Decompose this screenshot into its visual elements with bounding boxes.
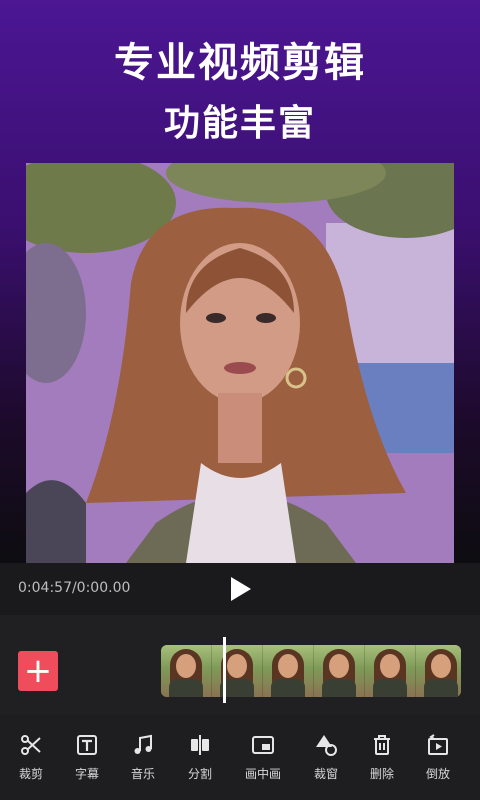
split-icon	[191, 735, 209, 755]
promo-subtitle: 功能丰富	[163, 103, 316, 144]
tool-label: 裁剪	[18, 767, 43, 781]
tool-label: 字幕	[74, 767, 99, 781]
shapes-icon	[316, 735, 337, 756]
tool-reverse[interactable]: 倒放	[410, 733, 466, 782]
trash-icon	[374, 735, 390, 755]
tool-label: 分割	[187, 767, 212, 781]
plus-icon: +	[23, 651, 53, 691]
tool-picture-in-picture[interactable]: 画中画	[235, 733, 291, 782]
timeline-panel: +	[0, 615, 480, 715]
promo-title: 专业视频剪辑	[114, 40, 366, 86]
video-preview	[26, 163, 454, 563]
scissors-icon	[21, 735, 41, 755]
clip-thumbnail	[365, 645, 416, 697]
play-icon[interactable]	[226, 575, 254, 603]
tool-crop[interactable]: 裁剪	[3, 733, 59, 782]
playhead[interactable]	[223, 637, 226, 703]
clip-thumbnail	[416, 645, 461, 697]
clip-thumbnail	[314, 645, 365, 697]
clip-thumbnail	[212, 645, 263, 697]
video-preview-image	[26, 163, 454, 563]
time-readout: 0:04:57/0:00.00	[18, 580, 131, 596]
tool-label: 倒放	[425, 767, 450, 781]
tool-label: 裁窗	[313, 767, 338, 781]
tool-window[interactable]: 裁窗	[298, 733, 354, 782]
promo-banner: 专业视频剪辑 功能丰富	[0, 0, 480, 565]
tool-label: 音乐	[130, 767, 155, 781]
clip-thumbnail	[161, 645, 212, 697]
tool-music[interactable]: 音乐	[115, 733, 171, 782]
music-icon	[134, 734, 152, 754]
tool-subtitle[interactable]: 字幕	[59, 733, 115, 782]
text-icon	[77, 735, 97, 755]
tool-label: 画中画	[244, 767, 281, 781]
clip-strip[interactable]	[161, 645, 461, 697]
reverse-play-icon	[428, 734, 448, 755]
tool-delete[interactable]: 删除	[354, 733, 410, 782]
tool-label: 删除	[369, 767, 394, 781]
edit-toolbar: 裁剪 字幕 音乐 分割 画中画 裁窗 删除 倒放	[0, 715, 480, 800]
picture-in-picture-icon	[252, 736, 274, 754]
clip-thumbnail	[263, 645, 314, 697]
add-clip-button[interactable]: +	[18, 651, 58, 691]
tool-split[interactable]: 分割	[172, 733, 228, 782]
playback-bar: 0:04:57/0:00.00	[0, 563, 480, 615]
